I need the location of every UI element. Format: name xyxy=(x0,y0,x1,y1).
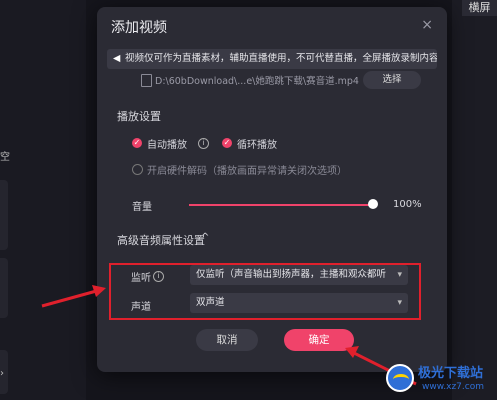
watermark: 极光下载站 www.xz7.com xyxy=(386,362,494,398)
annotation-arrows xyxy=(41,285,417,386)
annotation-arrowhead-left xyxy=(92,285,106,297)
watermark-brand: 极光下载站 xyxy=(418,366,484,381)
watermark-logo-icon xyxy=(386,364,414,392)
annotation-arrow-left xyxy=(41,288,101,308)
annotation-arrowhead-right xyxy=(345,346,359,358)
watermark-url: www.xz7.com xyxy=(422,382,484,392)
